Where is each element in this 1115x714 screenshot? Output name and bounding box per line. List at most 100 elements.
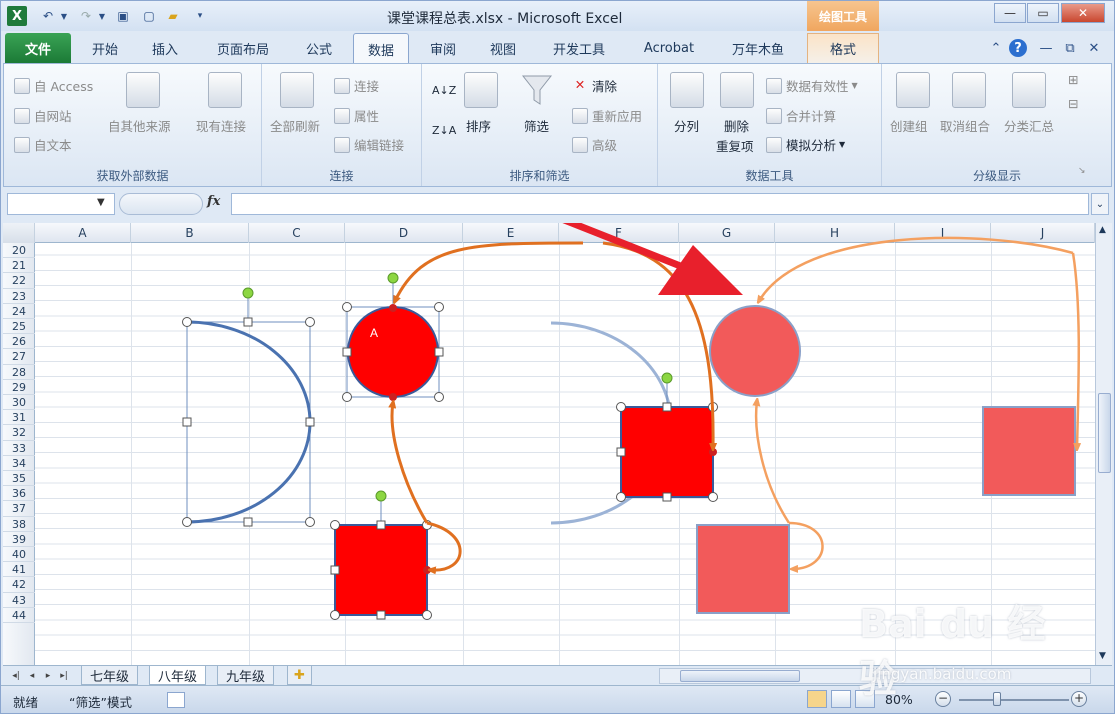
- tab-view[interactable]: 视图: [479, 33, 527, 63]
- ungroup-button[interactable]: 取消组合: [940, 116, 990, 135]
- faded-red-square-shape-far[interactable]: [982, 406, 1076, 496]
- filter-button[interactable]: 筛选: [524, 116, 549, 135]
- workbook-minimize-icon[interactable]: —: [1037, 39, 1055, 57]
- properties-button[interactable]: 属性: [334, 106, 379, 125]
- connections-button[interactable]: 连接: [334, 76, 379, 95]
- create-group-button[interactable]: 创建组: [890, 116, 928, 135]
- redo-dropdown-icon[interactable]: ▼: [97, 7, 107, 25]
- customize-qat-icon[interactable]: ▾: [193, 7, 207, 25]
- connector-arrow[interactable]: [426, 521, 462, 570]
- rotation-handle[interactable]: [661, 372, 673, 384]
- edit-links-button[interactable]: 编辑链接: [334, 135, 404, 154]
- clear-button[interactable]: ✕ 清除: [572, 76, 617, 95]
- last-sheet-icon[interactable]: ▸|: [57, 668, 71, 684]
- close-button[interactable]: ✕: [1061, 3, 1105, 23]
- reapply-icon: [572, 107, 588, 124]
- expand-formula-bar-icon[interactable]: ⌄: [1091, 193, 1109, 215]
- tab-insert[interactable]: 插入: [141, 33, 189, 63]
- zoom-out-icon[interactable]: −: [935, 691, 951, 707]
- page-layout-view-icon[interactable]: [831, 690, 851, 708]
- show-detail-icon[interactable]: ⊞: [1068, 72, 1078, 87]
- undo-dropdown-icon[interactable]: ▼: [59, 7, 69, 25]
- horizontal-scroll-thumb[interactable]: [680, 670, 800, 682]
- group-data-tools: 分列 删除 重复项 数据有效性 ▼ 合并计算 模拟分析 ▼ 数据工具: [658, 64, 882, 186]
- new-document-icon[interactable]: ▢: [139, 7, 159, 25]
- workbook-close-icon[interactable]: ✕: [1085, 39, 1103, 57]
- first-sheet-icon[interactable]: ◂|: [9, 668, 23, 684]
- excel-app-icon[interactable]: X: [7, 6, 27, 26]
- open-folder-icon[interactable]: ▰: [163, 7, 183, 25]
- connector-arrow-faded[interactable]: [788, 521, 824, 569]
- arc-shape-selected[interactable]: [182, 287, 315, 527]
- from-access-button[interactable]: 自 Access: [14, 76, 93, 95]
- tab-home[interactable]: 开始: [81, 33, 129, 63]
- remove-duplicates-button[interactable]: 删除: [724, 116, 749, 135]
- group-label-data-tools: 数据工具: [745, 169, 794, 183]
- normal-view-icon[interactable]: [807, 690, 827, 708]
- redo-icon[interactable]: ↷: [75, 7, 97, 25]
- zoom-slider-thumb[interactable]: [993, 692, 1001, 706]
- tab-acrobat[interactable]: Acrobat: [631, 33, 707, 63]
- tab-data[interactable]: 数据: [353, 33, 409, 64]
- scroll-up-icon[interactable]: ▲: [1099, 225, 1106, 235]
- formula-input[interactable]: [231, 193, 1089, 215]
- red-circle-shape-selected[interactable]: A: [342, 272, 444, 402]
- subtotal-button[interactable]: 分类汇总: [1004, 116, 1054, 135]
- rotation-handle[interactable]: [375, 490, 387, 502]
- zoom-slider[interactable]: [959, 699, 1069, 701]
- title-bar: X ↶ ▼ ↷ ▼ ▣ ▢ ▰ ▾ 课堂课程总表.xlsx - Microsof…: [1, 1, 1114, 31]
- advanced-button[interactable]: 高级: [572, 135, 617, 154]
- red-square-shape-right-selected[interactable]: [616, 372, 718, 502]
- connector-arrow[interactable]: [395, 241, 584, 301]
- insert-sheet-icon[interactable]: ✚: [287, 666, 312, 685]
- help-icon[interactable]: ?: [1009, 39, 1027, 57]
- tab-developer[interactable]: 开发工具: [541, 33, 617, 63]
- reapply-button[interactable]: 重新应用: [572, 106, 642, 125]
- faded-red-square-shape[interactable]: [696, 524, 790, 614]
- workbook-restore-icon[interactable]: ⧉: [1061, 39, 1079, 57]
- maximize-button[interactable]: ▭: [1027, 3, 1059, 23]
- red-square-shape-selected[interactable]: [330, 490, 432, 620]
- rotation-handle[interactable]: [242, 287, 254, 299]
- tab-review[interactable]: 审阅: [419, 33, 467, 63]
- text-to-columns-button[interactable]: 分列: [674, 116, 699, 135]
- tab-formulas[interactable]: 公式: [295, 33, 343, 63]
- data-validation-button[interactable]: 数据有效性 ▼: [766, 76, 858, 95]
- tab-wannian-muyu[interactable]: 万年木鱼: [719, 33, 797, 63]
- zoom-in-icon[interactable]: +: [1071, 691, 1087, 707]
- hide-detail-icon[interactable]: ⊟: [1068, 96, 1078, 111]
- tab-page-layout[interactable]: 页面布局: [205, 33, 281, 63]
- sort-descending-icon[interactable]: Z↓A: [432, 124, 456, 137]
- save-icon[interactable]: ▣: [113, 7, 133, 25]
- tab-format[interactable]: 格式: [807, 33, 879, 63]
- faded-red-circle-shape[interactable]: [709, 305, 801, 397]
- vertical-scrollbar[interactable]: ▲ ▼: [1095, 223, 1112, 665]
- macro-record-icon[interactable]: [167, 692, 185, 708]
- insert-function-icon[interactable]: fx: [207, 194, 220, 209]
- prev-sheet-icon[interactable]: ◂: [25, 668, 39, 684]
- sheet-tab-grade7[interactable]: 七年级: [81, 666, 139, 685]
- existing-connections-button[interactable]: 现有连接: [196, 116, 246, 135]
- sort-button[interactable]: 排序: [466, 116, 491, 135]
- from-text-button[interactable]: 自文本: [14, 135, 72, 154]
- tab-file[interactable]: 文件: [5, 33, 71, 63]
- sheet-tab-grade8[interactable]: 八年级: [149, 666, 207, 685]
- next-sheet-icon[interactable]: ▸: [41, 668, 55, 684]
- rotation-handle[interactable]: [387, 272, 399, 284]
- connector-arrow-faded[interactable]: [759, 236, 1074, 301]
- formula-bar-splitter[interactable]: [119, 193, 203, 215]
- what-if-analysis-button[interactable]: 模拟分析 ▼: [766, 135, 845, 154]
- sheet-tab-grade9[interactable]: 九年级: [217, 666, 275, 685]
- sort-ascending-icon[interactable]: A↓Z: [432, 84, 456, 97]
- undo-icon[interactable]: ↶: [37, 7, 59, 25]
- scroll-down-icon[interactable]: ▼: [1099, 651, 1106, 661]
- from-other-sources-button[interactable]: 自其他来源: [108, 116, 171, 135]
- collapse-ribbon-icon[interactable]: ⌃: [987, 39, 1005, 57]
- consolidate-button[interactable]: 合并计算: [766, 106, 836, 125]
- minimize-button[interactable]: —: [994, 3, 1026, 23]
- refresh-all-button[interactable]: 全部刷新: [270, 116, 320, 135]
- vertical-scroll-thumb[interactable]: [1098, 393, 1111, 473]
- from-web-button[interactable]: 自网站: [14, 106, 72, 125]
- connector-arrow[interactable]: [392, 403, 429, 524]
- connector-arrow-faded[interactable]: [756, 401, 791, 524]
